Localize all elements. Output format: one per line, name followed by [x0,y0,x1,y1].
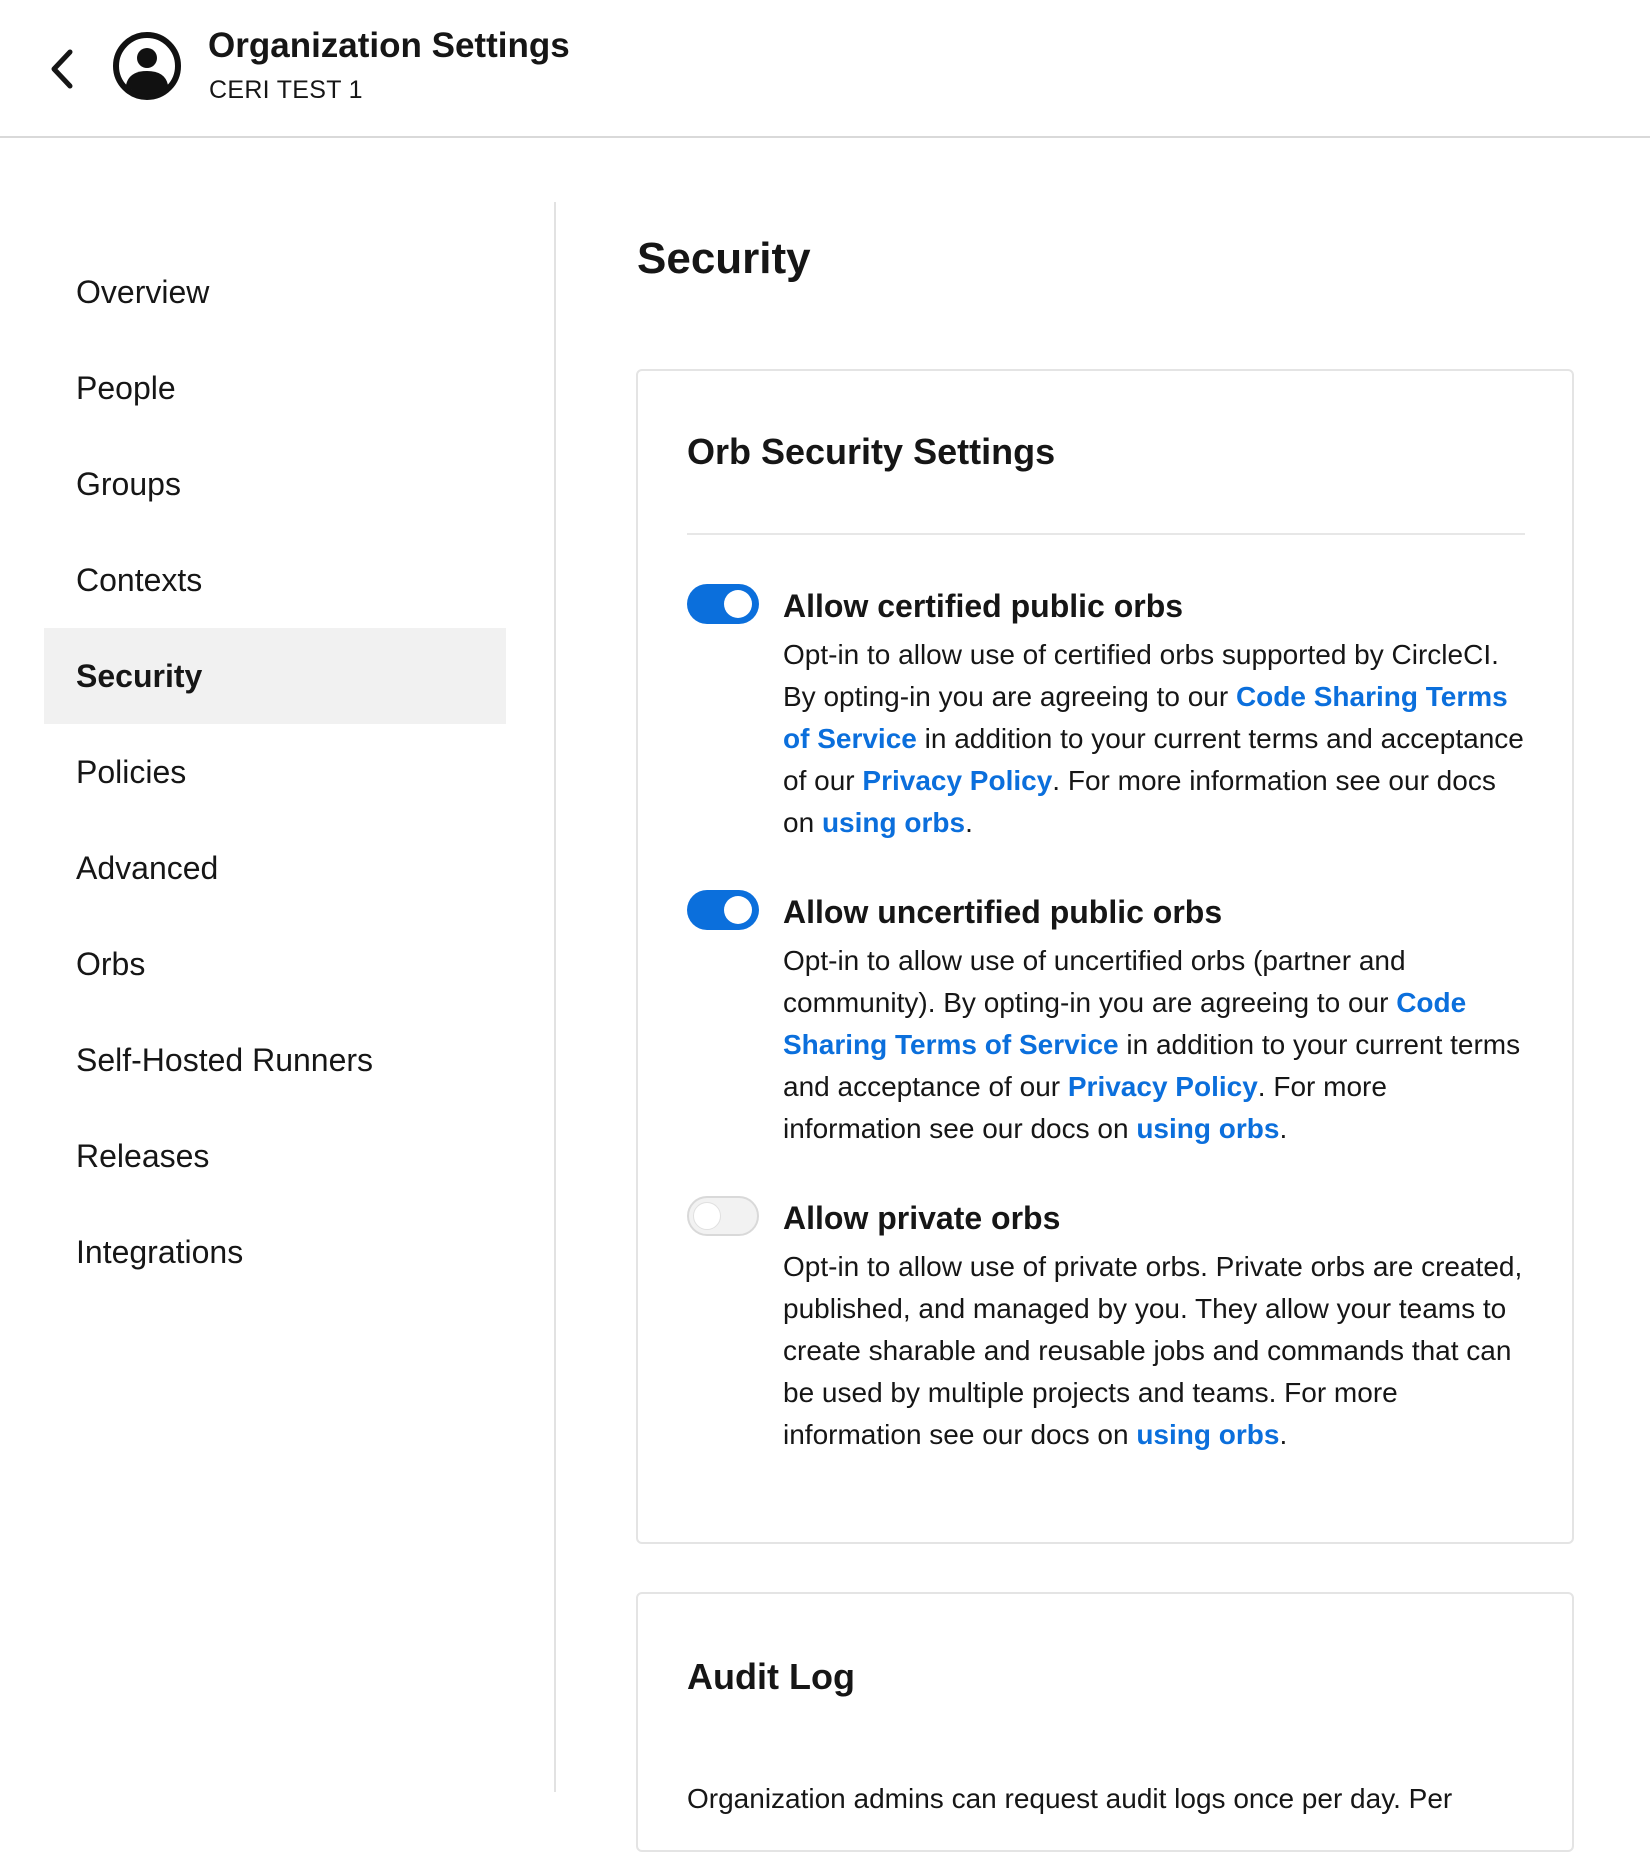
setting-title: Allow certified public orbs [783,588,1184,624]
setting-title: Allow uncertified public orbs [783,894,1223,930]
top-header: Organization Settings CERI TEST 1 [0,0,1650,138]
chevron-left-icon [51,49,73,89]
page-title: Security [637,234,811,283]
settings-sidebar: Overview People Groups Contexts Security… [44,244,506,1300]
setting-title: Allow private orbs [783,1200,1061,1236]
privacy-policy-link[interactable]: Privacy Policy [1068,1071,1258,1102]
audit-log-card: Audit Log Organization admins can reques… [636,1592,1574,1852]
card-title: Audit Log [687,1656,855,1697]
uncertified-orbs-toggle[interactable] [687,890,759,930]
card-divider [687,533,1525,535]
sidebar-item-policies[interactable]: Policies [44,724,506,820]
setting-description: Opt-in to allow use of uncertified orbs … [783,940,1528,1150]
using-orbs-link[interactable]: using orbs [1136,1113,1279,1144]
orb-security-settings-card: Orb Security Settings Allow certified pu… [636,369,1574,1544]
organization-name: CERI TEST 1 [209,76,363,104]
certified-orbs-toggle[interactable] [687,584,759,624]
sidebar-divider [554,202,556,1792]
sidebar-item-groups[interactable]: Groups [44,436,506,532]
using-orbs-link[interactable]: using orbs [822,807,965,838]
toggle-knob [693,1202,721,1230]
toggle-knob [724,590,752,618]
sidebar-item-integrations[interactable]: Integrations [44,1204,506,1300]
org-avatar-icon [112,31,182,101]
sidebar-item-security[interactable]: Security [44,628,506,724]
sidebar-item-releases[interactable]: Releases [44,1108,506,1204]
sidebar-item-self-hosted-runners[interactable]: Self-Hosted Runners [44,1012,506,1108]
card-title: Orb Security Settings [687,431,1056,472]
audit-log-description: Organization admins can request audit lo… [687,1783,1453,1814]
desc-text: . [965,807,973,838]
sidebar-item-people[interactable]: People [44,340,506,436]
sidebar-item-overview[interactable]: Overview [44,244,506,340]
private-orbs-toggle[interactable] [687,1196,759,1236]
page-header-title: Organization Settings [208,26,570,65]
sidebar-item-orbs[interactable]: Orbs [44,916,506,1012]
desc-text: . [1279,1113,1288,1144]
setting-description: Opt-in to allow use of certified orbs su… [783,634,1528,844]
toggle-knob [724,896,752,924]
using-orbs-link[interactable]: using orbs [1136,1419,1279,1450]
back-button[interactable] [44,46,80,92]
desc-text: . [1279,1419,1288,1450]
desc-text: Opt-in to allow use of uncertified orbs … [783,945,1406,1018]
privacy-policy-link[interactable]: Privacy Policy [862,765,1052,796]
setting-description: Opt-in to allow use of private orbs. Pri… [783,1246,1528,1456]
sidebar-item-advanced[interactable]: Advanced [44,820,506,916]
sidebar-item-contexts[interactable]: Contexts [44,532,506,628]
